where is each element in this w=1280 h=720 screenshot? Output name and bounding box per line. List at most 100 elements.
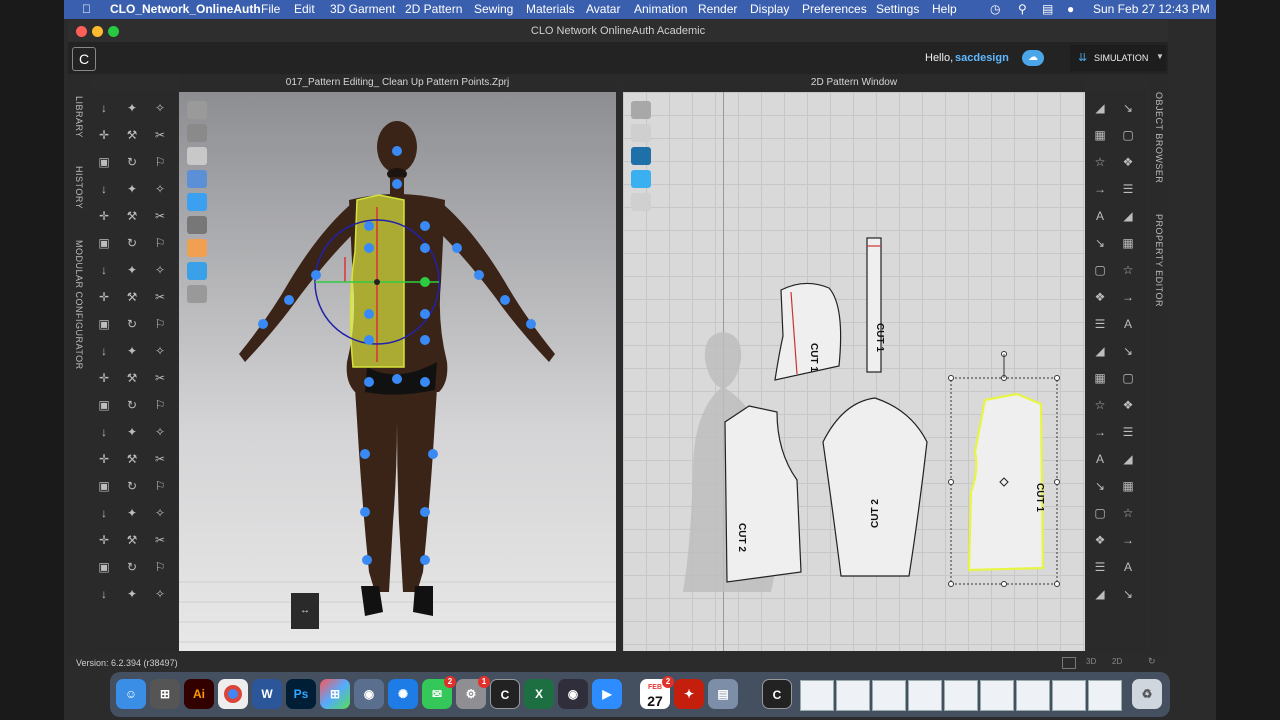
search-icon[interactable]: ⚲ (1018, 2, 1027, 16)
document-thumbnail[interactable] (836, 680, 870, 711)
view-control-icon[interactable] (187, 170, 207, 188)
document-thumbnail[interactable] (908, 680, 942, 711)
view-control-icon[interactable] (187, 193, 207, 211)
app-menu[interactable]: CLO_Network_OnlineAuth (110, 2, 261, 16)
pattern-tool-icon[interactable]: ◢ (1119, 451, 1137, 467)
system-preferences-icon[interactable]: ⚙ 1 (456, 676, 490, 709)
menu-edit[interactable]: Edit (294, 2, 315, 16)
view-control-icon[interactable] (631, 147, 651, 165)
pattern-tool-icon[interactable]: ☆ (1091, 397, 1109, 413)
pattern-tool-icon[interactable]: ☰ (1119, 181, 1137, 197)
pattern-tool-icon[interactable]: A (1119, 316, 1137, 332)
garment-tool-icon[interactable]: ✦ (123, 181, 141, 197)
finder-icon[interactable]: ☺ (116, 679, 146, 709)
garment-tool-icon[interactable]: ▣ (95, 316, 113, 332)
clock-icon[interactable]: ◷ (990, 2, 1000, 16)
garment-tool-icon[interactable]: ⚐ (151, 235, 169, 251)
garment-tool-icon[interactable]: ✂ (151, 289, 169, 305)
garment-tool-icon[interactable]: ✧ (151, 343, 169, 359)
messages-icon[interactable]: ✉ 2 (422, 676, 456, 709)
view-control-icon[interactable] (631, 193, 651, 211)
garment-tool-icon[interactable]: ✦ (123, 343, 141, 359)
garment-tool-icon[interactable]: ✧ (151, 262, 169, 278)
pattern-front[interactable] (724, 405, 802, 583)
garment-tool-icon[interactable]: ⚒ (123, 451, 141, 467)
garment-tool-icon[interactable]: ↻ (123, 478, 141, 494)
pattern-tool-icon[interactable]: ↘ (1091, 235, 1109, 251)
menu-3d-garment[interactable]: 3D Garment (330, 2, 395, 16)
username-text[interactable]: sacdesign (955, 52, 1009, 64)
garment-tool-icon[interactable]: ✦ (123, 100, 141, 116)
garment-tool-icon[interactable]: ✂ (151, 208, 169, 224)
pattern-tool-icon[interactable]: ☰ (1091, 316, 1109, 332)
pattern-tool-icon[interactable]: A (1119, 559, 1137, 575)
menubar-clock[interactable]: Sun Feb 27 12:43 PM (1093, 2, 1210, 16)
pattern-tool-icon[interactable]: ◢ (1091, 586, 1109, 602)
pattern-tool-icon[interactable]: ☰ (1119, 424, 1137, 440)
menu-2d-pattern[interactable]: 2D Pattern (405, 2, 462, 16)
chrome-icon[interactable] (218, 679, 248, 709)
garment-tool-icon[interactable]: ✂ (151, 451, 169, 467)
garment-tool-icon[interactable]: ↻ (123, 397, 141, 413)
garment-tool-icon[interactable]: ✦ (123, 262, 141, 278)
pattern-sleeve[interactable] (822, 397, 928, 577)
document-thumbnail[interactable] (1016, 680, 1050, 711)
garment-tool-icon[interactable]: ⚒ (123, 370, 141, 386)
view-control-icon[interactable] (187, 124, 207, 142)
tab-property-editor[interactable]: PROPERTY EDITOR (1154, 214, 1164, 307)
garment-tool-icon[interactable]: ⚐ (151, 316, 169, 332)
garment-tool-icon[interactable]: ✂ (151, 370, 169, 386)
view-control-icon[interactable] (187, 147, 207, 165)
garment-tool-icon[interactable]: ▣ (95, 478, 113, 494)
menu-render[interactable]: Render (698, 2, 737, 16)
pattern-tool-icon[interactable]: ❖ (1091, 289, 1109, 305)
trash-icon[interactable]: ♻ (1132, 679, 1162, 709)
pattern-tool-icon[interactable]: ↘ (1119, 100, 1137, 116)
pattern-tool-icon[interactable]: ☆ (1119, 262, 1137, 278)
zoom-window-button[interactable] (108, 26, 119, 37)
control-center-icon[interactable]: ▤ (1042, 2, 1053, 16)
view-control-icon[interactable] (187, 101, 207, 119)
pattern-tool-icon[interactable]: ◢ (1119, 208, 1137, 224)
garment-tool-icon[interactable]: ↻ (123, 559, 141, 575)
garment-tool-icon[interactable]: ✛ (95, 532, 113, 548)
garment-tool-icon[interactable]: ▣ (95, 559, 113, 575)
menu-display[interactable]: Display (750, 2, 789, 16)
2d-pattern-viewport[interactable]: CUT 1 CUT 1 CUT 2 CUT 2 CUT 1 (623, 92, 1085, 651)
garment-tool-icon[interactable]: ▣ (95, 235, 113, 251)
garment-tool-icon[interactable]: ✧ (151, 505, 169, 521)
garment-tool-icon[interactable]: ✧ (151, 181, 169, 197)
menu-settings[interactable]: Settings (876, 2, 919, 16)
document-thumbnail[interactable] (1088, 680, 1122, 711)
simulation-mode-dropdown[interactable]: ⇊ SIMULATION ▼ (1070, 45, 1166, 71)
garment-tool-icon[interactable]: ✛ (95, 208, 113, 224)
garment-tool-icon[interactable]: ⚒ (123, 208, 141, 224)
tab-modular-configurator[interactable]: MODULAR CONFIGURATOR (74, 240, 84, 370)
document-thumbnail[interactable] (800, 680, 834, 711)
garment-tool-icon[interactable]: ↓ (95, 343, 113, 359)
network-icon[interactable]: ◉ (354, 679, 384, 709)
siri-icon[interactable]: ● (1067, 2, 1074, 16)
garment-tool-icon[interactable]: ✧ (151, 586, 169, 602)
close-window-button[interactable] (76, 26, 87, 37)
excel-icon[interactable]: X (524, 679, 554, 709)
garment-tool-icon[interactable]: ⚒ (123, 532, 141, 548)
document-thumbnail[interactable] (944, 680, 978, 711)
garment-tool-icon[interactable]: ↻ (123, 235, 141, 251)
garment-tool-icon[interactable]: ↓ (95, 424, 113, 440)
pattern-tool-icon[interactable]: ❖ (1091, 532, 1109, 548)
pattern-tool-icon[interactable]: ▢ (1091, 262, 1109, 278)
pattern-tool-icon[interactable]: ❖ (1119, 397, 1137, 413)
pattern-tool-icon[interactable]: ❖ (1119, 154, 1137, 170)
view-control-icon[interactable] (631, 101, 651, 119)
view-control-icon[interactable] (187, 262, 207, 280)
pattern-tool-icon[interactable]: ▦ (1119, 478, 1137, 494)
pattern-tool-icon[interactable]: ↘ (1119, 343, 1137, 359)
garment-tool-icon[interactable]: ↓ (95, 181, 113, 197)
3d-viewport[interactable]: ↔ (179, 92, 616, 651)
garment-tool-icon[interactable]: ⚐ (151, 478, 169, 494)
garment-tool-icon[interactable]: ↓ (95, 100, 113, 116)
garment-tool-icon[interactable]: ✧ (151, 100, 169, 116)
photoshop-icon[interactable]: Ps (286, 679, 316, 709)
obs-icon[interactable]: ◉ (558, 679, 588, 709)
